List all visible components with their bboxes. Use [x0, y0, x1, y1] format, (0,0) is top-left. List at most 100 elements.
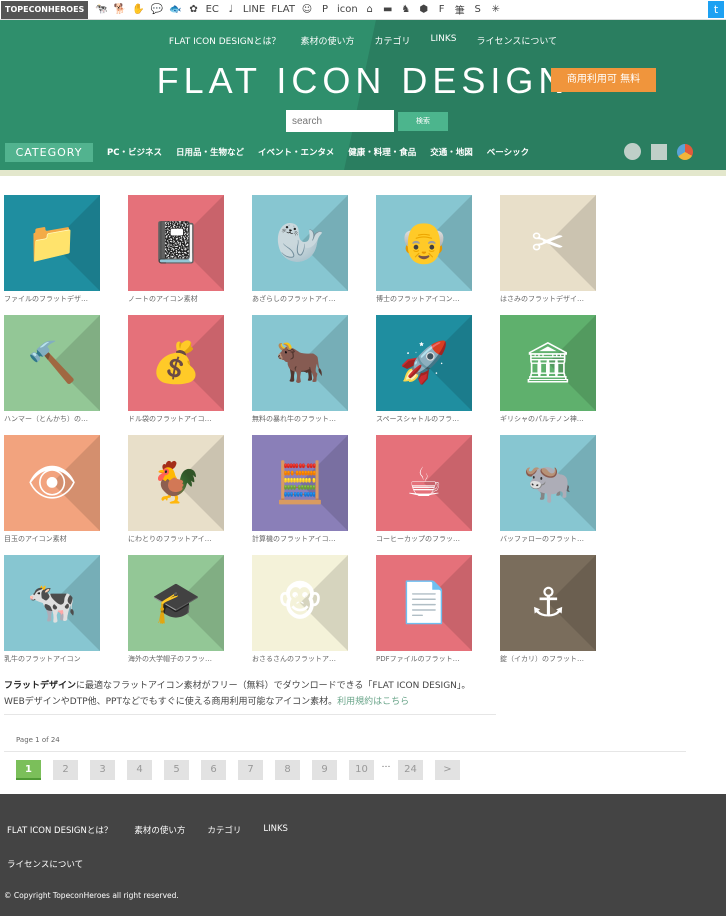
network-site-icon[interactable]: ⬢: [418, 4, 430, 15]
network-brand[interactable]: TOPECONHEROES: [1, 0, 89, 19]
icon-tile[interactable]: 📄 PDFファイルのフラット…: [376, 555, 472, 664]
icon-thumbnail[interactable]: 💰: [128, 315, 224, 411]
icon-tile[interactable]: ⚓ 錠（イカリ）のフラット…: [500, 555, 596, 664]
category-item[interactable]: 日用品・生物など: [176, 146, 244, 158]
network-site-icon[interactable]: FLAT: [271, 4, 295, 15]
icon-tile[interactable]: 📁 ファイルのフラットデザ…: [4, 195, 100, 304]
network-site-icon[interactable]: 筆: [454, 2, 466, 17]
icon-thumbnail[interactable]: 👴: [376, 195, 472, 291]
square-filter-icon[interactable]: [651, 143, 667, 160]
icon-caption[interactable]: ノートのアイコン素材: [128, 294, 224, 304]
page-link[interactable]: 5: [164, 760, 189, 780]
icon-tile[interactable]: 🐓 にわとりのフラットアイ…: [128, 435, 224, 544]
icon-thumbnail[interactable]: 🐃: [500, 435, 596, 531]
network-site-icon[interactable]: 💬: [151, 4, 163, 15]
icon-tile[interactable]: 🐂 無料の暴れ牛のフラット…: [252, 315, 348, 424]
network-site-icon[interactable]: ☺: [301, 4, 313, 15]
icon-thumbnail[interactable]: ✂: [500, 195, 596, 291]
network-site-icon[interactable]: icon: [337, 4, 358, 15]
icon-caption[interactable]: あざらしのフラットアイ…: [252, 294, 348, 304]
icon-caption[interactable]: スペースシャトルのフラ…: [376, 414, 472, 424]
network-site-icon[interactable]: F: [436, 4, 448, 15]
icon-tile[interactable]: ☕ コーヒーカップのフラッ…: [376, 435, 472, 544]
icon-thumbnail[interactable]: 📁: [4, 195, 100, 291]
icon-tile[interactable]: 📓 ノートのアイコン素材: [128, 195, 224, 304]
network-site-icon[interactable]: LINE: [243, 4, 265, 15]
icon-thumbnail[interactable]: ⚓: [500, 555, 596, 651]
icon-thumbnail[interactable]: 🐓: [128, 435, 224, 531]
icon-caption[interactable]: 目玉のアイコン素材: [4, 534, 100, 544]
category-item[interactable]: ベーシック: [487, 146, 529, 158]
network-site-icon[interactable]: P: [319, 4, 331, 15]
icon-caption[interactable]: おさるさんのフラットア…: [252, 654, 348, 664]
icon-caption[interactable]: 無料の暴れ牛のフラット…: [252, 414, 348, 424]
icon-tile[interactable]: 🚀 スペースシャトルのフラ…: [376, 315, 472, 424]
icon-caption[interactable]: 海外の大学帽子のフラッ…: [128, 654, 224, 664]
icon-tile[interactable]: 👴 博士のフラットアイコン…: [376, 195, 472, 304]
network-site-icon[interactable]: EC: [206, 4, 219, 15]
icon-caption[interactable]: ファイルのフラットデザ…: [4, 294, 100, 304]
network-site-icon[interactable]: 🐕: [114, 4, 126, 15]
page-link[interactable]: 7: [238, 760, 263, 780]
page-link[interactable]: 6: [201, 760, 226, 780]
footer-link-license[interactable]: ライセンスについて: [7, 860, 83, 870]
icon-caption[interactable]: 錠（イカリ）のフラット…: [500, 654, 596, 664]
category-item[interactable]: 健康・料理・食品: [348, 146, 416, 158]
icon-thumbnail[interactable]: 👁: [4, 435, 100, 531]
icon-tile[interactable]: 🎓 海外の大学帽子のフラッ…: [128, 555, 224, 664]
network-site-icon[interactable]: 🐄: [95, 4, 107, 15]
network-site-icon[interactable]: ⌂: [364, 4, 376, 15]
circle-filter-icon[interactable]: [624, 143, 641, 160]
icon-thumbnail[interactable]: 🐄: [4, 555, 100, 651]
icon-thumbnail[interactable]: 🎓: [128, 555, 224, 651]
page-link[interactable]: 2: [53, 760, 78, 780]
header-nav-link[interactable]: カテゴリ: [374, 34, 410, 47]
footer-link[interactable]: FLAT ICON DESIGNとは？: [7, 824, 112, 836]
network-site-icon[interactable]: S: [472, 4, 484, 15]
icon-thumbnail[interactable]: 🏛: [500, 315, 596, 411]
network-site-icon[interactable]: ✋: [132, 4, 144, 15]
page-link-last[interactable]: 24: [398, 760, 423, 780]
icon-tile[interactable]: 🧮 計算機のフラットアイコ…: [252, 435, 348, 544]
icon-caption[interactable]: コーヒーカップのフラッ…: [376, 534, 472, 544]
icon-tile[interactable]: 🐄 乳牛のフラットアイコン: [4, 555, 100, 664]
icon-thumbnail[interactable]: 🧮: [252, 435, 348, 531]
icon-caption[interactable]: はさみのフラットデザイ…: [500, 294, 596, 304]
network-site-icon[interactable]: ▬: [382, 4, 394, 15]
network-site-icon[interactable]: ✳: [490, 4, 502, 15]
icon-caption[interactable]: ギリシャのパルテノン神…: [500, 414, 596, 424]
icon-tile[interactable]: 💰 ドル袋のフラットアイコ…: [128, 315, 224, 424]
icon-thumbnail[interactable]: ☕: [376, 435, 472, 531]
page-link[interactable]: 4: [127, 760, 152, 780]
next-page-button[interactable]: >: [435, 760, 460, 780]
network-site-icon[interactable]: 🐟: [169, 4, 181, 15]
header-nav-link[interactable]: 素材の使い方: [300, 34, 354, 47]
icon-caption[interactable]: ハンマー（とんかち）の…: [4, 414, 100, 424]
icon-caption[interactable]: 乳牛のフラットアイコン: [4, 654, 100, 664]
icon-thumbnail[interactable]: 📓: [128, 195, 224, 291]
icon-tile[interactable]: ✂ はさみのフラットデザイ…: [500, 195, 596, 304]
header-nav-link[interactable]: ライセンスについて: [477, 34, 558, 47]
category-item[interactable]: 交通・地図: [430, 146, 473, 158]
icon-caption[interactable]: にわとりのフラットアイ…: [128, 534, 224, 544]
footer-link[interactable]: カテゴリ: [207, 824, 241, 836]
icon-caption[interactable]: 博士のフラットアイコン…: [376, 294, 472, 304]
icon-caption[interactable]: ドル袋のフラットアイコ…: [128, 414, 224, 424]
icon-caption[interactable]: 計算機のフラットアイコ…: [252, 534, 348, 544]
icon-tile[interactable]: 🔨 ハンマー（とんかち）の…: [4, 315, 100, 424]
page-link[interactable]: 8: [275, 760, 300, 780]
page-link[interactable]: 10: [349, 760, 374, 780]
footer-link[interactable]: 素材の使い方: [134, 824, 185, 836]
header-nav-link[interactable]: FLAT ICON DESIGNとは？: [169, 34, 281, 47]
icon-caption[interactable]: バッファローのフラット…: [500, 534, 596, 544]
search-input[interactable]: [286, 110, 394, 132]
category-item[interactable]: PC・ビジネス: [107, 146, 162, 158]
icon-tile[interactable]: 🦭 あざらしのフラットアイ…: [252, 195, 348, 304]
icon-thumbnail[interactable]: 🐵: [252, 555, 348, 651]
icon-tile[interactable]: 👁 目玉のアイコン素材: [4, 435, 100, 544]
network-site-icon[interactable]: ♞: [400, 4, 412, 15]
icon-tile[interactable]: 🐃 バッファローのフラット…: [500, 435, 596, 544]
icon-thumbnail[interactable]: 🐂: [252, 315, 348, 411]
icon-tile[interactable]: 🏛 ギリシャのパルテノン神…: [500, 315, 596, 424]
icon-thumbnail[interactable]: 🚀: [376, 315, 472, 411]
